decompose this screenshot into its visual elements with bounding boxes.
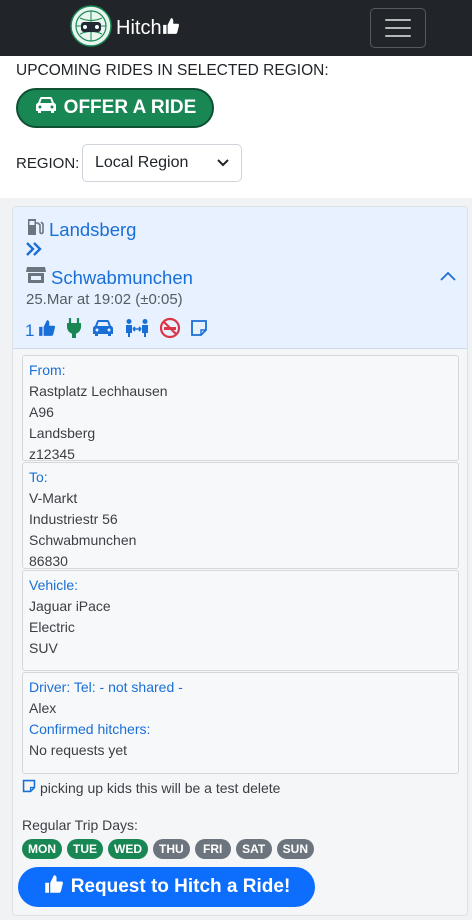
to-line: V-Markt (29, 490, 78, 506)
people-arrows-icon (124, 318, 150, 343)
plug-icon (66, 317, 82, 344)
day-badge-tue: TUE (67, 839, 103, 859)
from-line: Rastplatz Lechhausen (29, 383, 168, 399)
store-icon (25, 265, 47, 290)
region-select-value: Local Region (95, 154, 189, 171)
regular-days: MON TUE WED THU FRI SAT SUN (22, 839, 315, 859)
ride-card-header[interactable]: Landsberg Schwabmunchen 25.Mar at 19:02 … (13, 207, 467, 349)
to-details: To: V-Markt Industriestr 56 Schwabmunche… (22, 462, 459, 569)
thumbs-up-icon (43, 874, 65, 900)
region-label: REGION: (16, 155, 80, 172)
note-icon (190, 319, 208, 342)
chevron-down-icon (217, 154, 229, 172)
page-heading: UPCOMING RIDES IN SELECTED REGION: (16, 62, 329, 79)
ride-note: picking up kids this will be a test dele… (22, 779, 280, 796)
hitchers-value: No requests yet (29, 742, 128, 758)
day-badge-fri: FRI (194, 839, 231, 859)
regular-days-label: Regular Trip Days: (22, 817, 138, 833)
note-text: picking up kids this will be a test dele… (40, 779, 281, 796)
day-badge-sat: SAT (235, 839, 272, 859)
offer-ride-button[interactable]: OFFER A RIDE (16, 88, 214, 128)
vehicle-line: Electric (29, 619, 75, 635)
vehicle-label: Vehicle: (29, 577, 79, 593)
thumbs-up-icon (37, 319, 57, 342)
seat-count: 1 (25, 320, 35, 340)
ride-card: Landsberg Schwabmunchen 25.Mar at 19:02 … (12, 206, 468, 916)
no-smoking-icon (159, 317, 181, 344)
hitchers-label: Confirmed hitchers: (29, 721, 151, 737)
hamburger-menu-icon (385, 19, 411, 21)
request-hitch-label: Request to Hitch a Ride! (70, 876, 291, 897)
vehicle-line: SUV (29, 640, 58, 656)
driver-name: Alex (29, 700, 57, 716)
region-select[interactable]: Local Region (82, 144, 242, 182)
from-line: A96 (29, 404, 54, 420)
vehicle-line: Jaguar iPace (29, 598, 111, 614)
brand-name: Hitch (116, 16, 162, 39)
offer-ride-label: OFFER A RIDE (63, 97, 197, 118)
gas-pump-icon (25, 217, 45, 242)
car-icon (91, 318, 115, 343)
ride-time: 25.Mar at 19:02 (±0:05) (26, 291, 183, 308)
request-hitch-button[interactable]: Request to Hitch a Ride! (18, 867, 315, 907)
to-label: To: (29, 469, 48, 485)
ride-to-place: Schwabmunchen (25, 265, 193, 290)
from-line: Landsberg (29, 425, 96, 441)
thumbs-up-icon (162, 17, 180, 40)
driver-label: Driver: Tel: - not shared - (29, 679, 183, 695)
to-place-name: Schwabmunchen (51, 266, 193, 288)
driver-details: Driver: Tel: - not shared - Alex Confirm… (22, 672, 459, 774)
ride-from-place: Landsberg (25, 217, 136, 242)
from-details: From: Rastplatz Lechhausen A96 Landsberg… (22, 355, 459, 462)
to-line: 86830 (29, 553, 68, 569)
car-icon (34, 95, 58, 121)
navbar-toggler-button[interactable] (370, 8, 426, 48)
to-line: Industriestr 56 (29, 511, 118, 527)
from-label: From: (29, 362, 66, 378)
day-badge-mon: MON (22, 839, 62, 859)
region-section: UPCOMING RIDES IN SELECTED REGION: OFFER… (0, 56, 472, 198)
brand-link[interactable]: Hitch (70, 4, 180, 48)
ride-features: 1 (25, 317, 208, 344)
from-place-name: Landsberg (49, 218, 137, 240)
day-badge-sun: SUN (276, 839, 315, 859)
navbar: Hitch (0, 0, 472, 56)
chevron-up-icon[interactable] (439, 269, 457, 287)
day-badge-thu: THU (153, 839, 190, 859)
note-icon (22, 779, 36, 796)
to-line: Schwabmunchen (29, 532, 137, 548)
hitch-logo-icon (70, 4, 112, 52)
double-arrow-icon (25, 241, 43, 262)
day-badge-wed: WED (108, 839, 148, 859)
vehicle-details: Vehicle: Jaguar iPace Electric SUV (22, 570, 459, 671)
